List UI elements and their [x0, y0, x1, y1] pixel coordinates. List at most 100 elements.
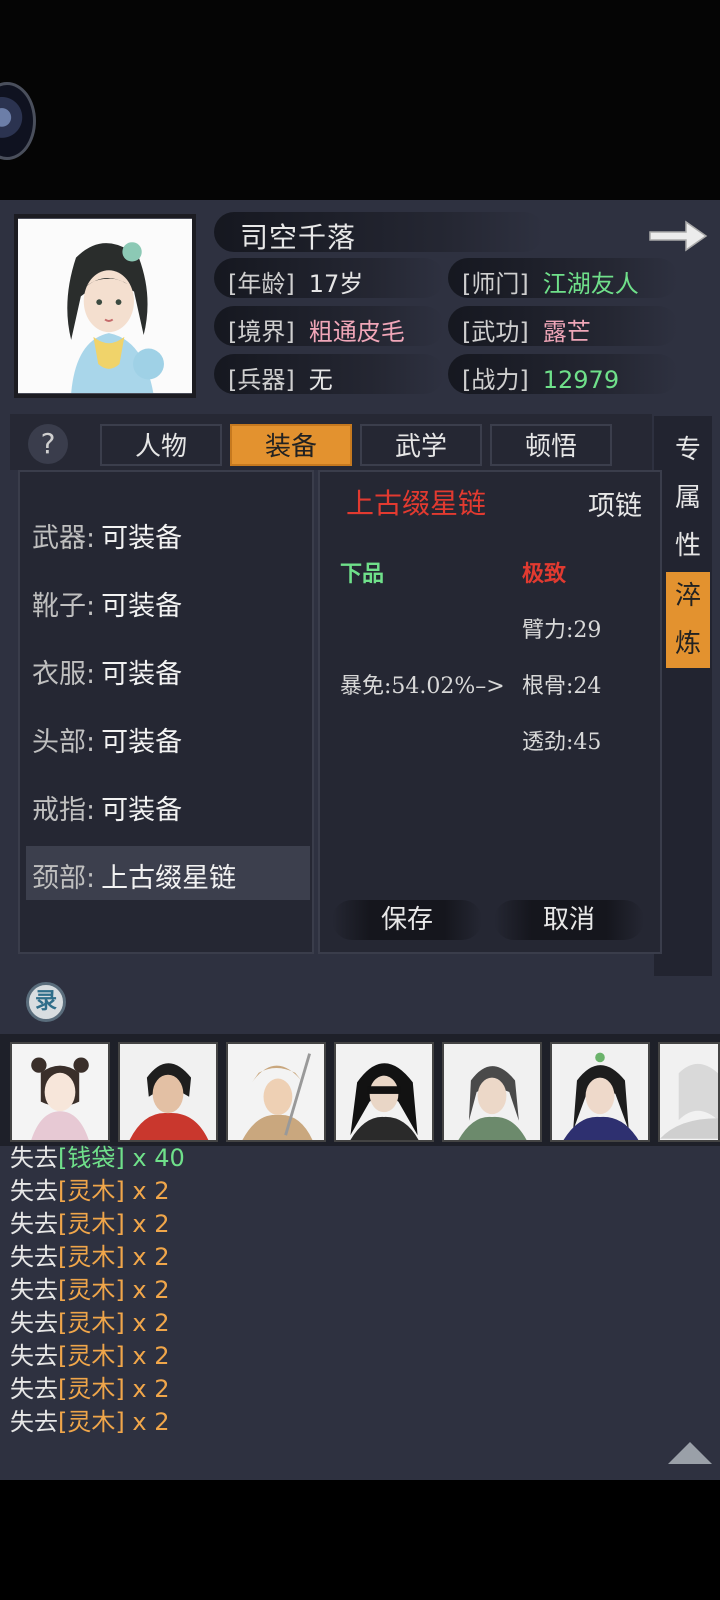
save-button[interactable]: 保存 — [332, 900, 482, 940]
side-tab-exclusive-attributes[interactable]: 专属性 — [666, 426, 710, 570]
slot-neck[interactable]: 颈部: 上古缀星链 — [32, 856, 236, 895]
weapon-row: [兵器] 无 — [228, 360, 333, 395]
slot-clothes[interactable]: 衣服: 可装备 — [32, 652, 182, 691]
log-line: 失去[灵木] x 2 — [10, 1208, 650, 1241]
stat-crit-resist: 暴免:54.02%–> — [340, 674, 505, 699]
age-label: [年龄] — [228, 270, 295, 298]
log-line: 失去[灵木] x 2 — [10, 1274, 650, 1307]
log-prefix: 失去 — [10, 1309, 58, 1337]
realm-label: [境界] — [228, 318, 295, 346]
character-thumb[interactable] — [118, 1042, 218, 1142]
log-count: x 2 — [124, 1375, 170, 1403]
log-prefix: 失去 — [10, 1342, 58, 1370]
slot-value: 可装备 — [101, 727, 183, 758]
log-count: x 2 — [124, 1210, 170, 1238]
log-line: 失去[灵木] x 2 — [10, 1406, 650, 1439]
bottom-black-area — [0, 1482, 720, 1600]
log-item: [钱袋] — [58, 1144, 125, 1172]
tab-character[interactable]: 人物 — [100, 424, 222, 466]
help-icon[interactable]: ? — [28, 424, 68, 464]
character-portrait — [14, 214, 196, 398]
log-prefix: 失去 — [10, 1375, 58, 1403]
next-character-arrow-icon[interactable] — [648, 218, 708, 254]
log-line: 失去[灵木] x 2 — [10, 1340, 650, 1373]
log-item: [灵木] — [58, 1243, 125, 1271]
side-tab-refine[interactable]: 淬炼 — [666, 572, 710, 668]
log-line: 失去[灵木] x 2 — [10, 1241, 650, 1274]
item-name: 上古缀星链 — [346, 487, 487, 520]
record-icon[interactable]: 录 — [26, 982, 66, 1022]
log-count: x 40 — [124, 1144, 185, 1172]
character-thumb[interactable] — [658, 1042, 720, 1142]
log-count: x 2 — [124, 1276, 170, 1304]
slot-weapon[interactable]: 武器: 可装备 — [32, 516, 182, 555]
log-prefix: 失去 — [10, 1243, 58, 1271]
log-item: [灵木] — [58, 1177, 125, 1205]
top-black-area — [0, 0, 720, 200]
character-thumb[interactable] — [550, 1042, 650, 1142]
character-name: 司空千落 — [240, 221, 357, 254]
cancel-button[interactable]: 取消 — [494, 900, 644, 940]
slot-label: 戒指: — [32, 795, 96, 826]
slot-label: 靴子: — [32, 591, 96, 622]
slot-value: 上古缀星链 — [101, 863, 237, 894]
log-line: 失去[钱袋] x 40 — [10, 1142, 650, 1175]
event-log: 失去[钱袋] x 40 失去[灵木] x 2 失去[灵木] x 2 失去[灵木]… — [10, 1142, 650, 1439]
log-line: 失去[灵木] x 2 — [10, 1373, 650, 1406]
character-thumb[interactable] — [334, 1042, 434, 1142]
slot-label: 武器: — [32, 523, 96, 554]
log-prefix: 失去 — [10, 1408, 58, 1436]
stat-penetration: 透劲:45 — [522, 730, 602, 755]
log-item: [灵木] — [58, 1210, 125, 1238]
grade-before: 下品 — [340, 561, 385, 587]
character-thumb[interactable] — [10, 1042, 110, 1142]
scroll-up-icon[interactable] — [668, 1442, 712, 1464]
tab-enlightenment[interactable]: 顿悟 — [490, 424, 612, 466]
martial-row: [武功] 露芒 — [462, 312, 591, 347]
slot-ring[interactable]: 戒指: 可装备 — [32, 788, 182, 827]
slot-head[interactable]: 头部: 可装备 — [32, 720, 182, 759]
sect-row: [师门] 江湖友人 — [462, 264, 639, 299]
power-label: [战力] — [462, 366, 529, 394]
sect-label: [师门] — [462, 270, 529, 298]
weapon-label: [兵器] — [228, 366, 295, 394]
log-item: [灵木] — [58, 1309, 125, 1337]
slot-value: 可装备 — [101, 795, 183, 826]
log-prefix: 失去 — [10, 1177, 58, 1205]
item-detail-panel — [318, 470, 662, 954]
log-count: x 2 — [124, 1342, 170, 1370]
log-prefix: 失去 — [10, 1210, 58, 1238]
age-row: [年龄] 17岁 — [228, 264, 363, 299]
power-row: [战力] 12979 — [462, 360, 619, 395]
log-count: x 2 — [124, 1177, 170, 1205]
log-count: x 2 — [124, 1243, 170, 1271]
log-prefix: 失去 — [10, 1276, 58, 1304]
slot-label: 衣服: — [32, 659, 96, 690]
slot-value: 可装备 — [101, 523, 183, 554]
tab-equipment[interactable]: 装备 — [230, 424, 352, 466]
realm-value: 粗通皮毛 — [308, 318, 405, 346]
log-prefix: 失去 — [10, 1144, 58, 1172]
grade-after: 极致 — [522, 561, 567, 587]
power-value: 12979 — [542, 366, 620, 394]
log-item: [灵木] — [58, 1408, 125, 1436]
log-count: x 2 — [124, 1408, 170, 1436]
log-item: [灵木] — [58, 1342, 125, 1370]
martial-label: [武功] — [462, 318, 529, 346]
character-thumb[interactable] — [226, 1042, 326, 1142]
weapon-value: 无 — [308, 366, 333, 394]
martial-value: 露芒 — [542, 318, 591, 346]
realm-row: [境界] 粗通皮毛 — [228, 312, 405, 347]
character-thumb[interactable] — [442, 1042, 542, 1142]
log-count: x 2 — [124, 1309, 170, 1337]
log-line: 失去[灵木] x 2 — [10, 1175, 650, 1208]
log-line: 失去[灵木] x 2 — [10, 1307, 650, 1340]
slot-label: 颈部: — [32, 863, 96, 894]
age-value: 17岁 — [308, 270, 364, 298]
slot-value: 可装备 — [101, 659, 183, 690]
slot-label: 头部: — [32, 727, 96, 758]
tab-martial-arts[interactable]: 武学 — [360, 424, 482, 466]
slot-value: 可装备 — [101, 591, 183, 622]
slot-boots[interactable]: 靴子: 可装备 — [32, 584, 182, 623]
log-item: [灵木] — [58, 1276, 125, 1304]
